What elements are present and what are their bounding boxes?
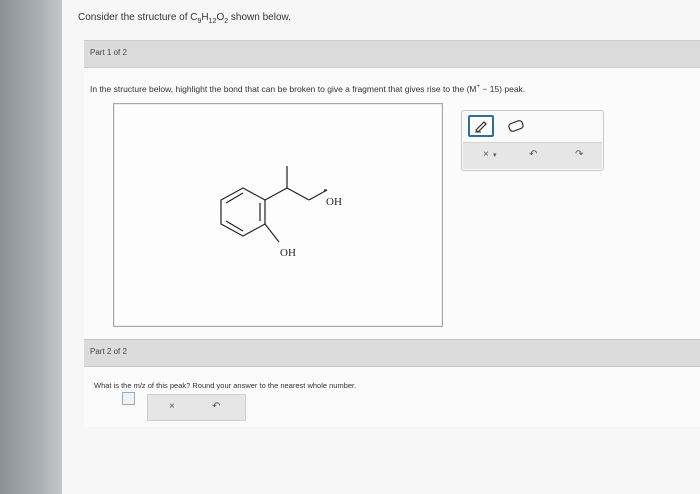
molecule-drawing: OH OH [220, 166, 342, 259]
undo-button[interactable]: ↶ [529, 149, 537, 160]
bond-carbon-ch2 [308, 189, 328, 201]
answer-clear-button[interactable]: × [169, 401, 175, 412]
aromatic-double-bond [225, 192, 244, 204]
bond-carbon-to-carbinol [286, 187, 310, 201]
benzene-ring [220, 187, 266, 237]
highlighter-icon [475, 121, 487, 133]
highlighter-button[interactable] [468, 115, 494, 137]
question-title: Consider the structure of C9H12O2 shown … [78, 12, 291, 25]
part1-header[interactable]: Part 1 of 2 [84, 40, 700, 68]
structure-canvas[interactable]: OH OH [113, 103, 443, 327]
aromatic-double-bond [225, 220, 244, 232]
part1-instruction: In the structure below, highlight the bo… [90, 84, 526, 94]
highlight-toolbox: × ▾ ↶ ↷ [461, 110, 604, 171]
part2-question: What is the m/z of this peak? Round your… [94, 381, 357, 390]
toolbox-actions: × ▾ ↶ ↷ [463, 142, 602, 169]
answer-tools: × ↶ [147, 394, 246, 421]
left-margin [0, 0, 62, 494]
formula: C9H12O2 [190, 12, 229, 25]
part2-header[interactable]: Part 2 of 2 [84, 339, 700, 367]
bond-ring-oh [264, 223, 280, 243]
eraser-icon [508, 120, 524, 132]
oh-label-bottom: OH [280, 247, 296, 259]
eraser-button[interactable] [504, 116, 528, 136]
redo-button[interactable]: ↷ [575, 149, 583, 160]
answer-undo-button[interactable]: ↶ [212, 401, 220, 412]
clear-dropdown-icon[interactable]: ▾ [493, 151, 497, 159]
oh-label-top: OH [326, 196, 342, 208]
answer-input[interactable] [122, 392, 135, 405]
part1-label: Part 1 of 2 [90, 48, 127, 57]
bond-ring-to-carbon [264, 187, 288, 201]
clear-button[interactable]: × [483, 149, 489, 160]
part2-label: Part 2 of 2 [90, 347, 127, 356]
